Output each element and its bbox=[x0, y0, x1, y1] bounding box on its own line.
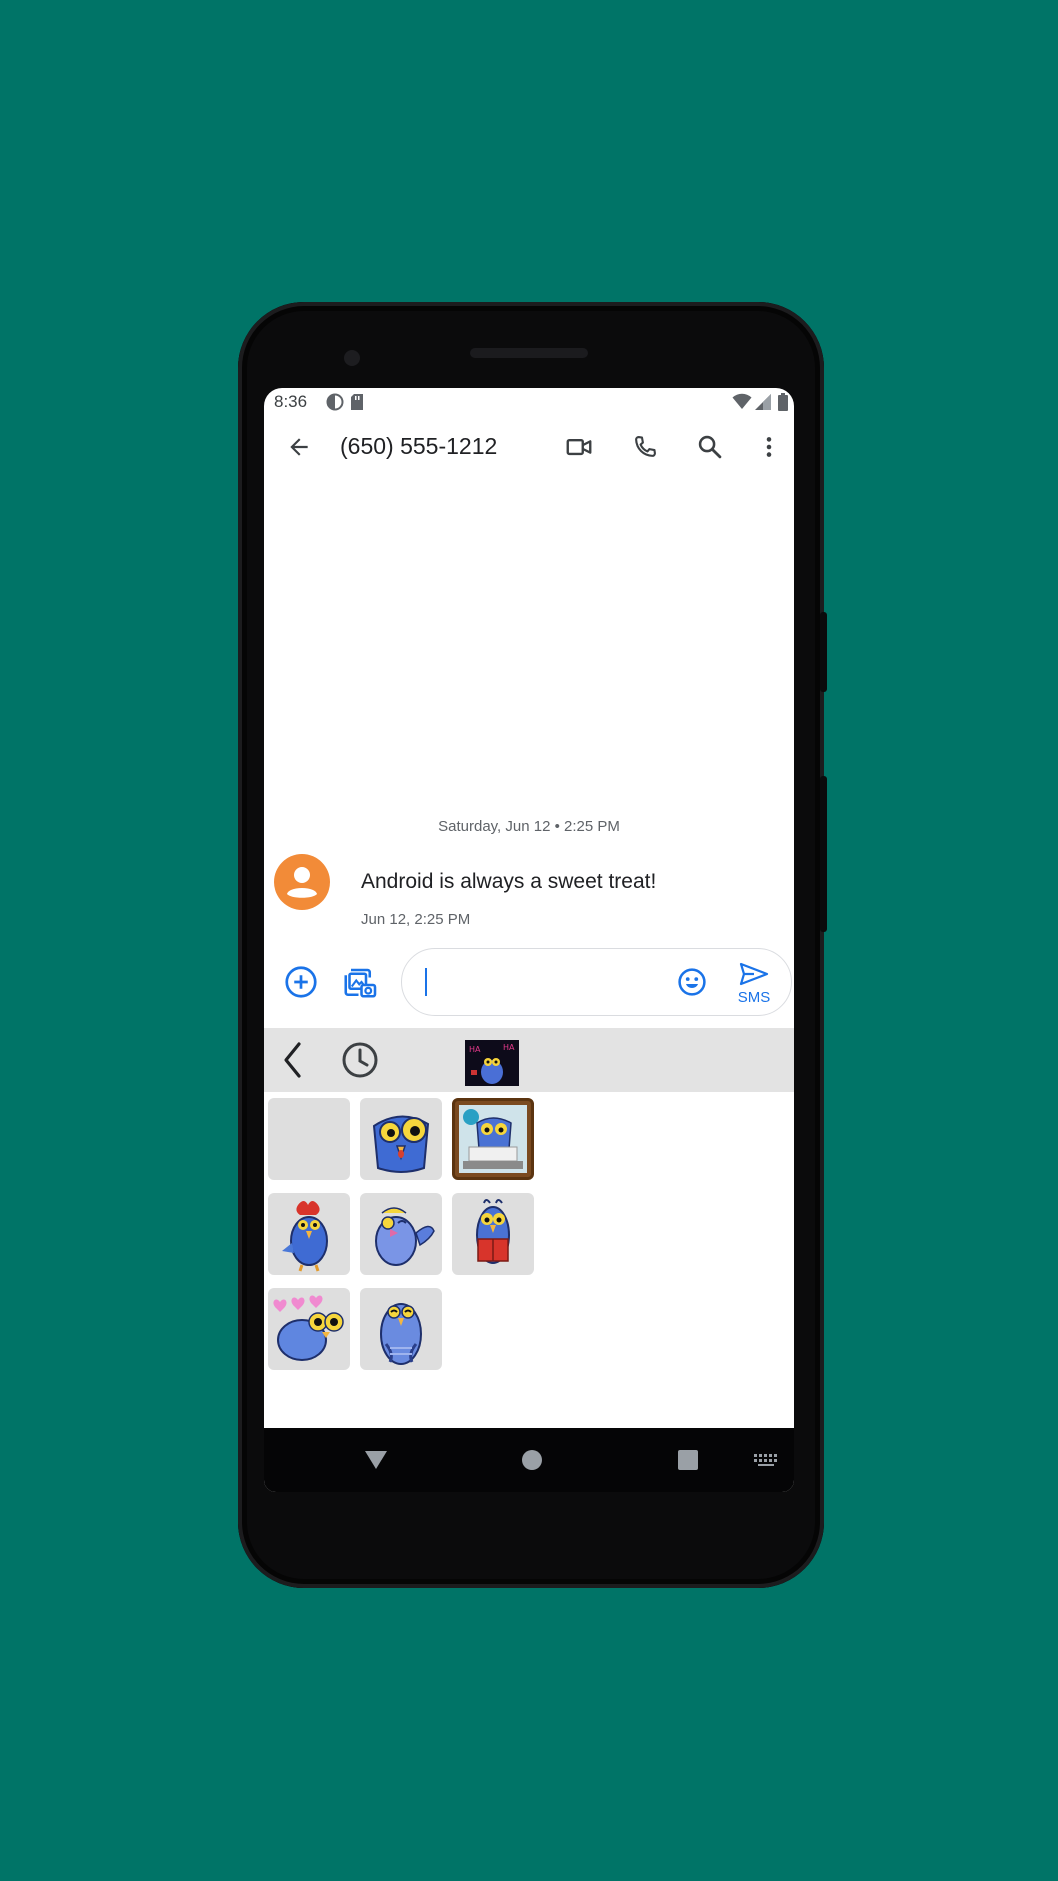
data-saver-icon bbox=[326, 393, 344, 416]
send-label: SMS bbox=[737, 989, 771, 1006]
sticker-waving-bird[interactable] bbox=[360, 1193, 442, 1275]
nav-recents-icon[interactable] bbox=[668, 1440, 708, 1480]
volume-button bbox=[820, 776, 827, 932]
message-timestamp: Jun 12, 2:25 PM bbox=[361, 911, 471, 928]
sticker-grid bbox=[264, 1092, 794, 1418]
sticker-bird-with-hearts[interactable] bbox=[268, 1288, 350, 1370]
power-button bbox=[820, 612, 827, 692]
recent-clock-icon[interactable] bbox=[340, 1040, 380, 1080]
nav-home-icon[interactable] bbox=[512, 1440, 552, 1480]
chevron-left-icon[interactable] bbox=[272, 1040, 312, 1080]
screen: 8:36 (650) 555-1212 Saturday, Jun 12 • 2… bbox=[264, 388, 794, 1492]
contact-avatar[interactable] bbox=[274, 854, 330, 910]
svg-text:HA: HA bbox=[503, 1043, 515, 1052]
sticker-rooster-bird[interactable] bbox=[268, 1193, 350, 1275]
date-separator: Saturday, Jun 12 • 2:25 PM bbox=[438, 818, 620, 835]
system-nav-bar bbox=[264, 1428, 794, 1492]
sd-card-icon bbox=[350, 393, 364, 416]
wifi-icon bbox=[732, 393, 752, 416]
gallery-icon[interactable] bbox=[340, 962, 380, 1002]
back-arrow-icon[interactable] bbox=[282, 430, 316, 464]
front-camera bbox=[344, 350, 360, 366]
sticker-empty[interactable] bbox=[268, 1098, 350, 1180]
sticker-surprised-bird[interactable] bbox=[360, 1098, 442, 1180]
svg-text:HA: HA bbox=[469, 1045, 481, 1054]
conversation-title[interactable]: (650) 555-1212 bbox=[340, 433, 497, 460]
message-text[interactable]: Android is always a sweet treat! bbox=[361, 870, 656, 894]
sticker-tab-bar: HA HA bbox=[264, 1028, 794, 1092]
sticker-crying-bird[interactable] bbox=[360, 1288, 442, 1370]
keyboard-icon[interactable] bbox=[746, 1440, 786, 1480]
status-time: 8:36 bbox=[274, 392, 308, 411]
phone-icon[interactable] bbox=[628, 430, 662, 464]
emoji-icon[interactable] bbox=[672, 962, 712, 1002]
sticker-bird-at-computer[interactable] bbox=[452, 1098, 534, 1180]
add-circle-icon[interactable] bbox=[281, 962, 321, 1002]
more-vert-icon[interactable] bbox=[752, 430, 786, 464]
signal-icon bbox=[754, 393, 772, 416]
send-icon bbox=[739, 962, 769, 986]
video-call-icon[interactable] bbox=[562, 430, 596, 464]
message-input[interactable]: SMS bbox=[401, 948, 792, 1016]
send-button[interactable]: SMS bbox=[732, 962, 776, 1006]
sticker-pack-thumbnail[interactable]: HA HA bbox=[465, 1040, 519, 1086]
status-bar: 8:36 bbox=[264, 388, 794, 416]
battery-icon bbox=[778, 393, 788, 416]
app-bar: (650) 555-1212 bbox=[264, 416, 794, 478]
nav-back-icon[interactable] bbox=[356, 1440, 396, 1480]
earpiece-speaker bbox=[470, 348, 588, 358]
text-cursor bbox=[425, 968, 427, 996]
sticker-bird-reading-book[interactable] bbox=[452, 1193, 534, 1275]
search-icon[interactable] bbox=[693, 430, 727, 464]
